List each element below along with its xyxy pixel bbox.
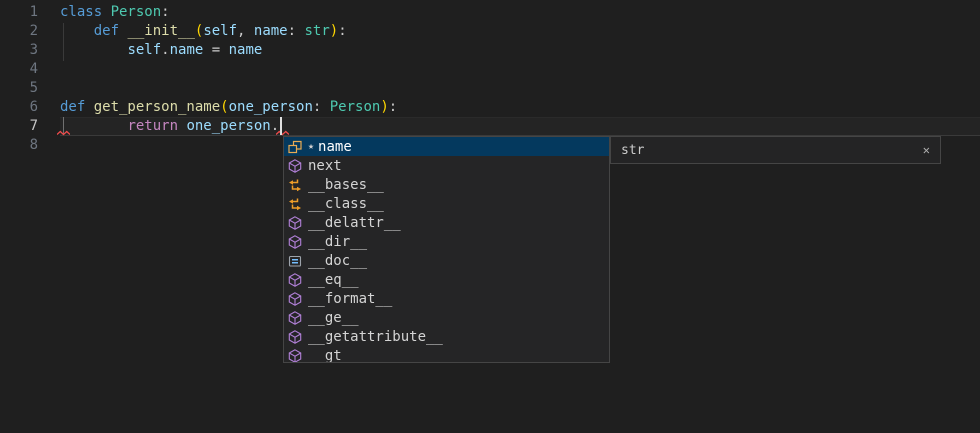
symbol-method-icon [287,291,303,307]
code-token: __init__ [127,23,194,39]
code-token: get_person_name [94,99,220,115]
code-token [60,42,127,58]
suggest-item-label: __class__ [308,196,384,212]
symbol-method-icon [287,215,303,231]
code-token [60,23,94,39]
text-cursor [280,117,282,135]
code-token: return [127,118,186,134]
suggest-item-label: name [318,139,352,155]
symbol-field-icon [287,139,303,155]
close-icon[interactable]: ✕ [923,144,930,156]
suggest-item-bases[interactable]: __bases__ [284,175,609,194]
suggest-item-label: next [308,158,342,174]
code-token: one_person [229,99,313,115]
code-token: : [338,23,346,39]
code-token: str [304,23,329,39]
suggest-item-delattr[interactable]: __delattr__ [284,213,609,232]
suggest-item-format[interactable]: __format__ [284,289,609,308]
code-token: def [94,23,128,39]
code-token: one_person [186,118,270,134]
suggest-item-label: __gt__ [308,348,359,364]
suggest-item-gt[interactable]: __gt__ [284,346,609,363]
code-token: ) [330,23,338,39]
code-token: : [288,23,305,39]
suggest-item-label: __delattr__ [308,215,401,231]
symbol-method-icon [287,310,303,326]
symbol-class-icon [287,196,303,212]
suggest-item-name[interactable]: ★name [284,137,609,156]
symbol-method-icon [287,234,303,250]
suggest-item-dir[interactable]: __dir__ [284,232,609,251]
code-editor[interactable]: 12345678 class Person: def __init__(self… [0,0,980,433]
code-token: Person [111,4,162,20]
code-line-2[interactable]: def __init__(self, name: str): [60,22,347,41]
code-token: ( [220,99,228,115]
symbol-class-icon [287,177,303,193]
suggest-item-ge[interactable]: __ge__ [284,308,609,327]
code-token: Person [330,99,381,115]
symbol-method-icon [287,329,303,345]
code-token: self [203,23,237,39]
code-token: : [389,99,397,115]
suggest-widget[interactable]: ★name next __bases__ __class__ __delattr__ __… [283,136,610,363]
code-token: def [60,99,94,115]
code-line-1[interactable]: class Person: [60,3,170,22]
symbol-method-icon [287,272,303,288]
symbol-doc-icon [287,253,303,269]
suggest-item-class[interactable]: __class__ [284,194,609,213]
code-token: name [229,42,263,58]
symbol-method-icon [287,158,303,174]
error-squiggle [57,130,70,136]
code-line-3[interactable]: self.name = name [60,41,262,60]
code-token: : [161,4,169,20]
suggest-item-label: __bases__ [308,177,384,193]
code-token: class [60,4,111,20]
code-token: = [203,42,228,58]
suggest-item-doc[interactable]: __doc__ [284,251,609,270]
code-token: ) [380,99,388,115]
code-token: , [237,23,254,39]
suggest-item-label: __getattribute__ [308,329,443,345]
code-token [60,118,127,134]
suggest-item-getattribute[interactable]: __getattribute__ [284,327,609,346]
code-token: . [161,42,169,58]
code-line-7[interactable]: return one_person. [60,117,279,136]
suggest-item-label: __format__ [308,291,392,307]
suggest-item-eq[interactable]: __eq__ [284,270,609,289]
code-token: : [313,99,330,115]
code-token: name [170,42,204,58]
suggest-detail-text: str [621,143,644,158]
suggest-item-label: __eq__ [308,272,359,288]
suggest-detail-pane: str ✕ [610,136,941,164]
suggest-item-label: __dir__ [308,234,367,250]
suggest-item-next[interactable]: next [284,156,609,175]
star-icon: ★ [308,137,314,156]
code-token: self [127,42,161,58]
symbol-method-icon [287,348,303,364]
code-line-6[interactable]: def get_person_name(one_person: Person): [60,98,397,117]
code-token: name [254,23,288,39]
suggest-item-label: __ge__ [308,310,359,326]
suggest-item-label: __doc__ [308,253,367,269]
